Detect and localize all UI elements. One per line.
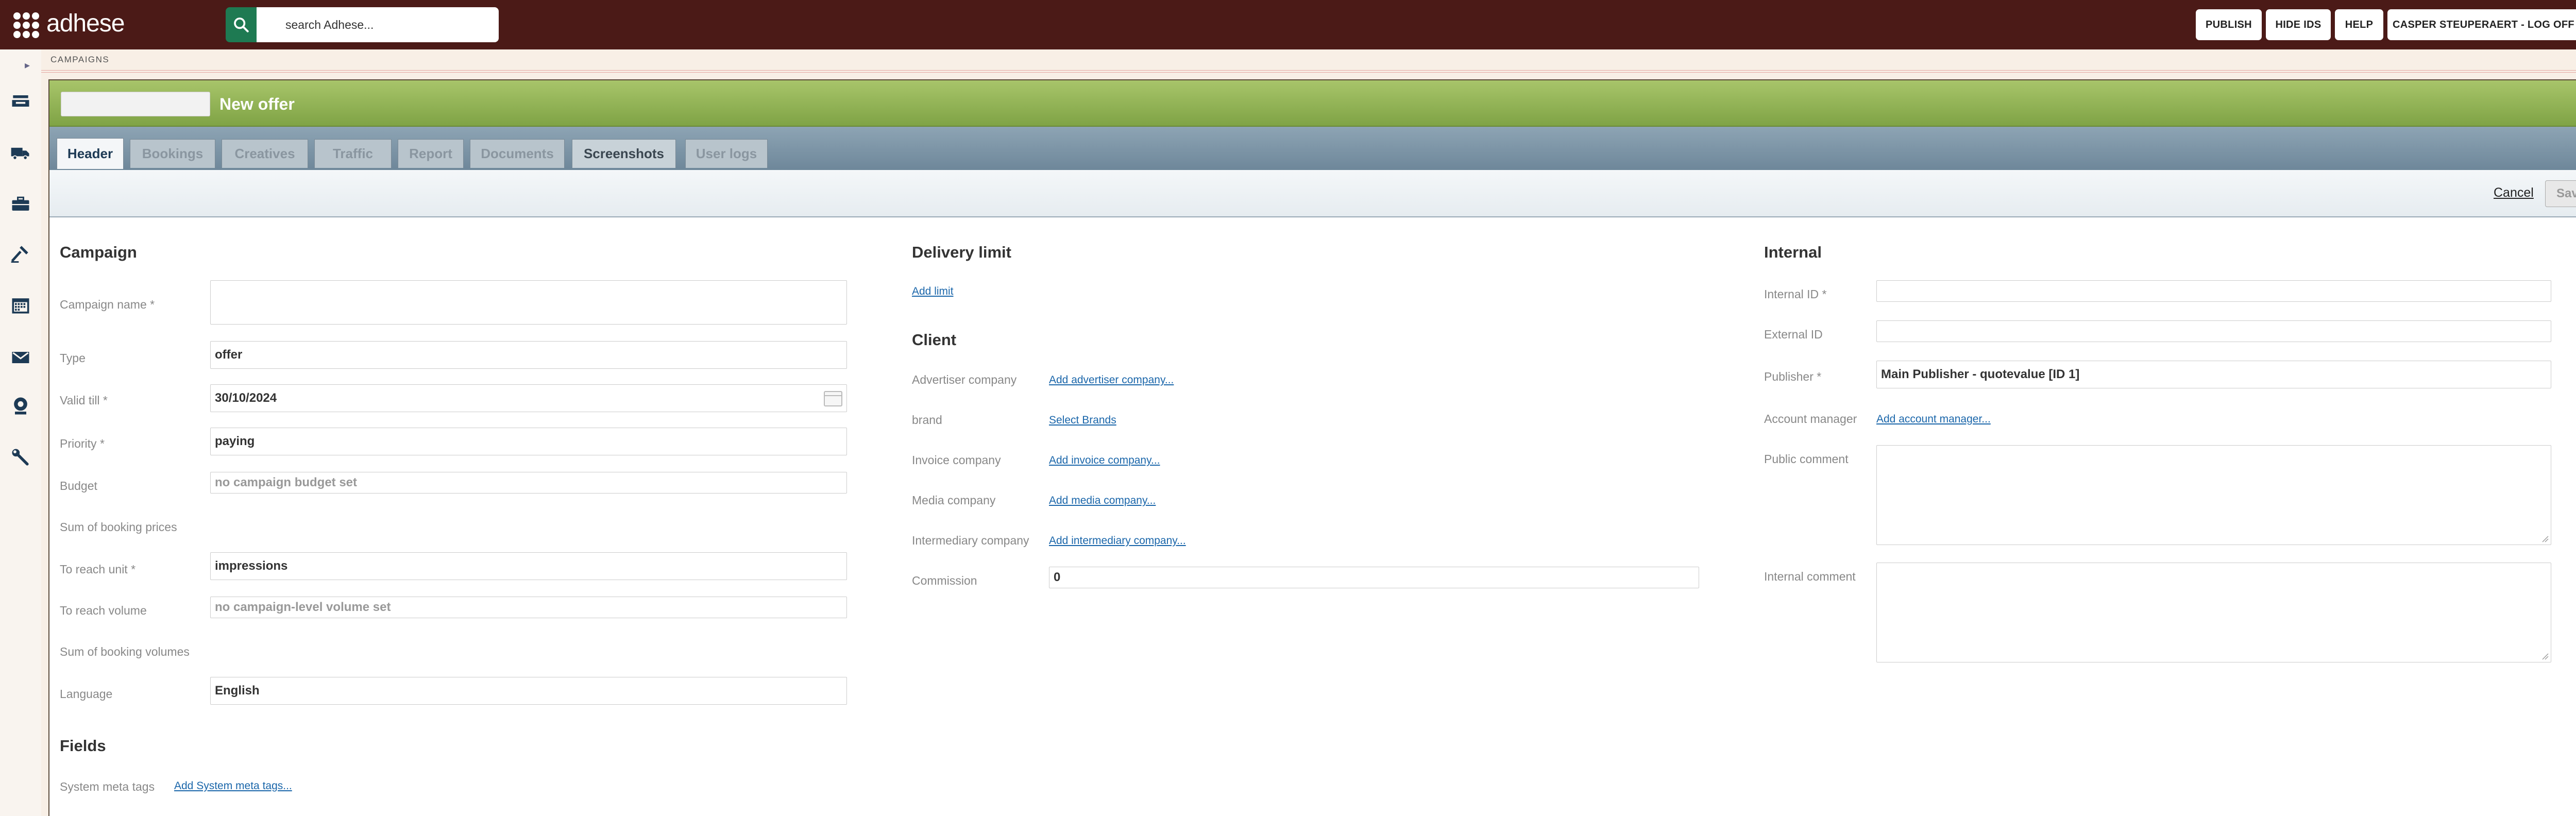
search-icon [234,18,249,32]
add-limit-link[interactable]: Add limit [912,285,954,298]
reach-unit-label: To reach unit * [60,563,136,576]
tab-creatives[interactable]: Creatives [222,139,308,168]
client-heading: Client [912,331,957,349]
user-logoff-button[interactable]: CASPER STEUPERAERT - LOG OFF [2387,9,2576,40]
action-bar [49,170,2576,217]
add-account-manager-link[interactable]: Add account manager... [1876,413,1991,426]
sidebar-item-settings[interactable] [9,446,32,469]
sum-booking-volumes-label: Sum of booking volumes [60,645,190,658]
commission-input[interactable]: 0 [1049,567,1699,588]
sidebar-item-monitoring[interactable] [9,395,32,417]
priority-select[interactable]: paying [210,428,847,455]
internal-id-input[interactable] [1876,280,2551,302]
budget-input[interactable]: no campaign budget set [210,472,847,494]
sidebar-toggle-icon[interactable]: ▸ [25,59,30,72]
internal-comment-label: Internal comment [1764,570,1856,583]
truck-icon [11,147,29,160]
tab-bookings[interactable]: Bookings [130,139,215,168]
type-label: Type [60,351,86,365]
select-brands-link[interactable]: Select Brands [1049,414,1116,427]
budget-label: Budget [60,479,97,492]
type-select[interactable]: offer [210,341,847,369]
advertiser-company-label: Advertiser company [912,373,1017,386]
calendar-icon[interactable] [824,391,842,406]
user-logoff-label: CASPER STEUPERAERT - LOG OFF [2393,19,2574,30]
priority-label: Priority * [60,437,105,450]
search-button[interactable] [226,7,257,42]
public-comment-label: Public comment [1764,452,1849,466]
calendar-icon [12,298,29,314]
add-intermediary-company-link[interactable]: Add intermediary company... [1049,535,1186,547]
campaign-name-label: Campaign name * [60,298,155,311]
breadcrumb-divider [41,72,2576,73]
envelope-icon [12,352,29,363]
cancel-button[interactable]: Cancel [2494,185,2534,200]
webcam-icon [14,397,27,415]
media-company-label: Media company [912,494,996,507]
campaign-heading: Campaign [60,243,137,261]
hide-ids-button[interactable]: HIDE IDS [2266,9,2331,40]
invoice-company-label: Invoice company [912,453,1001,467]
tab-user-logs[interactable]: User logs [685,139,768,168]
external-id-label: External ID [1764,328,1823,341]
public-comment-textarea[interactable] [1876,445,2551,545]
tab-screenshots[interactable]: Screenshots [572,139,676,168]
breadcrumb-divider [41,70,2576,71]
external-id-input[interactable] [1876,320,2551,342]
tab-traffic[interactable]: Traffic [314,139,392,168]
valid-till-value: 30/10/2024 [215,391,277,405]
page-title: New offer [219,95,295,113]
sidebar-item-campaigns[interactable] [9,90,32,112]
sidebar-item-tools[interactable] [9,242,32,265]
panel-header [49,80,2576,127]
reach-volume-label: To reach volume [60,604,147,617]
add-invoice-company-link[interactable]: Add invoice company... [1049,454,1160,467]
valid-till-label: Valid till * [60,394,108,407]
publish-button[interactable]: PUBLISH [2196,9,2262,40]
reach-unit-select[interactable]: impressions [210,552,847,580]
language-select[interactable]: English [210,677,847,705]
campaign-name-input[interactable] [210,280,847,325]
valid-till-input[interactable]: 30/10/2024 [210,384,847,412]
resize-handle-icon[interactable] [2540,652,2549,660]
publisher-label: Publisher * [1764,370,1822,383]
sidebar [0,49,41,816]
add-system-meta-tags-link[interactable]: Add System meta tags... [174,780,292,792]
brand-label: brand [912,413,942,427]
sidebar-item-messages[interactable] [9,346,32,369]
reach-volume-input[interactable]: no campaign-level volume set [210,597,847,618]
publisher-select[interactable]: Main Publisher - quotevalue [ID 1] [1876,361,2551,388]
save-button[interactable]: Save [2545,180,2576,207]
briefcase-icon [12,196,29,211]
sidebar-item-calendar[interactable] [9,294,32,316]
language-label: Language [60,687,113,701]
fields-heading: Fields [60,737,106,755]
logo-icon[interactable] [13,12,39,38]
inbox-stack-icon [12,95,29,107]
hammer-icon [11,246,28,263]
sidebar-item-business[interactable] [9,193,32,215]
breadcrumb[interactable]: CAMPAIGNS [50,55,109,65]
sum-booking-prices-label: Sum of booking prices [60,520,177,534]
internal-heading: Internal [1764,243,1822,261]
sidebar-item-delivery[interactable] [9,141,32,164]
offer-id-field[interactable] [61,92,210,116]
tab-documents[interactable]: Documents [470,139,565,168]
app-logo-text[interactable]: adhese [46,9,125,38]
help-button[interactable]: HELP [2335,9,2383,40]
add-advertiser-company-link[interactable]: Add advertiser company... [1049,374,1174,386]
delivery-limit-heading: Delivery limit [912,243,1011,261]
commission-label: Commission [912,574,977,587]
internal-comment-textarea[interactable] [1876,563,2551,662]
tab-report[interactable]: Report [398,139,464,168]
resize-handle-icon[interactable] [2540,534,2549,542]
tab-header[interactable]: Header [57,138,124,169]
internal-id-label: Internal ID * [1764,287,1827,301]
intermediary-company-label: Intermediary company [912,534,1029,547]
system-meta-tags-label: System meta tags [60,780,155,793]
search-input[interactable] [257,7,499,42]
account-manager-label: Account manager [1764,412,1857,426]
add-media-company-link[interactable]: Add media company... [1049,495,1156,507]
wrench-icon [12,449,29,466]
